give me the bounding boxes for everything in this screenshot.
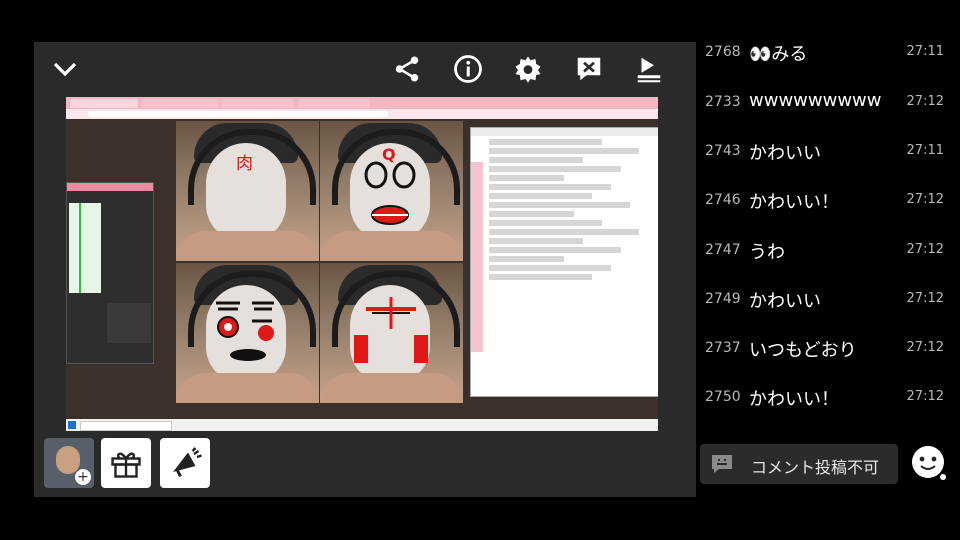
comment-row: 2733 wwwwwwwww 27:12 xyxy=(700,82,960,122)
doodle-drawing-4 xyxy=(354,297,428,363)
comment-number: 2743 xyxy=(705,143,741,159)
comment-time: 27:11 xyxy=(906,44,944,59)
megaphone-icon xyxy=(173,447,202,478)
comment-number: 2750 xyxy=(705,389,741,405)
add-icon: + xyxy=(75,469,91,485)
comment-text: かわいい！ xyxy=(749,389,839,410)
ad-button[interactable] xyxy=(160,438,210,488)
captured-chat-window xyxy=(470,127,658,397)
comment-time: 27:12 xyxy=(906,242,944,257)
comment-row: 2746 かわいい！ 27:12 xyxy=(700,180,960,220)
share-icon[interactable] xyxy=(390,52,424,86)
webcam-panel-2: Q xyxy=(320,121,463,261)
comment-row: 2737 いつもどおり 27:12 xyxy=(700,328,960,368)
comment-number: 2733 xyxy=(705,94,741,110)
comment-number: 2768 xyxy=(705,44,741,60)
comment-row: 2768 👀みる 27:11 xyxy=(700,32,960,72)
player-toolbar xyxy=(34,42,696,94)
captured-obs-window xyxy=(66,182,154,364)
doodle-drawing-3 xyxy=(216,301,274,361)
comment-time: 27:12 xyxy=(906,94,944,109)
gift-icon xyxy=(111,452,141,478)
captured-address-bar xyxy=(66,109,658,119)
comment-text: うわ xyxy=(749,242,785,263)
playlist-icon[interactable] xyxy=(632,52,666,86)
comment-time: 27:12 xyxy=(906,340,944,355)
comment-number: 2747 xyxy=(705,242,741,258)
comment-time: 27:11 xyxy=(906,143,944,158)
comment-row: 2749 かわいい 27:12 xyxy=(700,279,960,319)
doodle-drawing-2 xyxy=(364,161,416,225)
comment-text: かわいい xyxy=(749,143,821,164)
comment-text: かわいい！ xyxy=(749,192,839,213)
comment-number: 2749 xyxy=(705,291,741,307)
comment-time: 27:12 xyxy=(906,192,944,207)
comment-time: 27:12 xyxy=(906,291,944,306)
comment-input[interactable]: コメント投稿不可 xyxy=(700,444,898,484)
comment-row: 2750 かわいい！ 27:12 xyxy=(700,377,960,417)
avatar[interactable]: + xyxy=(44,438,94,488)
comment-row: 2743 かわいい 27:11 xyxy=(700,131,960,171)
comment-off-icon[interactable] xyxy=(572,52,606,86)
comment-input-label: コメント投稿不可 xyxy=(751,458,880,477)
comment-number: 2746 xyxy=(705,192,741,208)
comment-row: 2747 うわ 27:12 xyxy=(700,230,960,270)
comment-text: かわいい xyxy=(749,291,821,312)
stream-video[interactable]: 肉 Q xyxy=(66,97,658,431)
comment-list: 2768 👀みる 27:11 2733 wwwwwwwww 27:12 2743… xyxy=(700,26,960,446)
comment-number: 2737 xyxy=(705,340,741,356)
gear-icon[interactable] xyxy=(511,52,545,86)
chevron-down-icon[interactable] xyxy=(48,52,82,86)
comment-text: 👀みる xyxy=(749,44,808,65)
gift-button[interactable] xyxy=(101,438,151,488)
webcam-panel-1: 肉 xyxy=(176,121,319,261)
comment-icon xyxy=(712,455,732,473)
info-icon[interactable] xyxy=(451,52,485,86)
captured-taskbar xyxy=(66,419,658,431)
comment-time: 27:12 xyxy=(906,389,944,404)
comment-text: wwwwwwwww xyxy=(749,90,882,111)
webcam-panel-4 xyxy=(320,263,463,403)
webcam-panel-3 xyxy=(176,263,319,403)
comment-text: いつもどおり xyxy=(749,340,857,361)
captured-browser-tabs xyxy=(66,97,658,109)
doodle-text-1: 肉 xyxy=(236,154,253,174)
emoji-icon[interactable] xyxy=(910,444,948,482)
